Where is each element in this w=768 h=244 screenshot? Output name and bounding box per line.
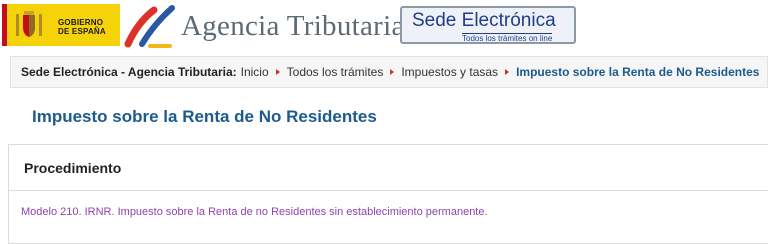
agency-name[interactable]: Agencia Tributaria xyxy=(181,10,405,43)
breadcrumb-arrow-icon xyxy=(275,69,280,75)
procedure-heading: Procedimiento xyxy=(24,160,122,176)
procedure-panel: Procedimiento Modelo 210. IRNR. Impuesto… xyxy=(8,144,768,244)
agencia-tributaria-logo-icon[interactable] xyxy=(124,4,176,50)
flag-stripe xyxy=(2,4,7,46)
site-header: GOBIERNO DE ESPAÑA Agencia Tributaria Se… xyxy=(0,0,768,54)
breadcrumb-arrow-icon xyxy=(505,69,510,75)
breadcrumb-item-impuestos-y-tasas[interactable]: Impuestos y tasas xyxy=(401,65,498,79)
sede-title: Sede Electrónica xyxy=(412,10,556,31)
sede-electronica-logo[interactable]: Sede Electrónica Todos los trámites on l… xyxy=(400,6,576,44)
breadcrumb-item-todos-los-tramites[interactable]: Todos los trámites xyxy=(287,65,384,79)
modelo-210-link[interactable]: Modelo 210. IRNR. Impuesto sobre la Rent… xyxy=(21,206,488,218)
procedure-panel-header: Procedimiento xyxy=(9,145,768,191)
breadcrumb-arrow-icon xyxy=(390,69,395,75)
breadcrumb-current: Impuesto sobre la Renta de No Residentes xyxy=(516,65,760,79)
gov-logo-text: GOBIERNO DE ESPAÑA xyxy=(58,18,106,36)
breadcrumb-item-inicio[interactable]: Inicio xyxy=(241,65,269,79)
spain-coat-of-arms-icon xyxy=(16,11,42,37)
gov-logo-line1: GOBIERNO xyxy=(58,18,104,27)
sede-subtitle: Todos los trámites on line xyxy=(462,33,553,43)
gobierno-de-espana-logo[interactable]: GOBIERNO DE ESPAÑA xyxy=(2,4,120,46)
breadcrumb: Sede Electrónica - Agencia Tributaria: I… xyxy=(10,56,768,88)
gov-logo-line2: DE ESPAÑA xyxy=(58,27,106,36)
breadcrumb-site-label: Sede Electrónica - Agencia Tributaria: xyxy=(21,65,237,79)
page-title: Impuesto sobre la Renta de No Residentes xyxy=(32,107,377,126)
